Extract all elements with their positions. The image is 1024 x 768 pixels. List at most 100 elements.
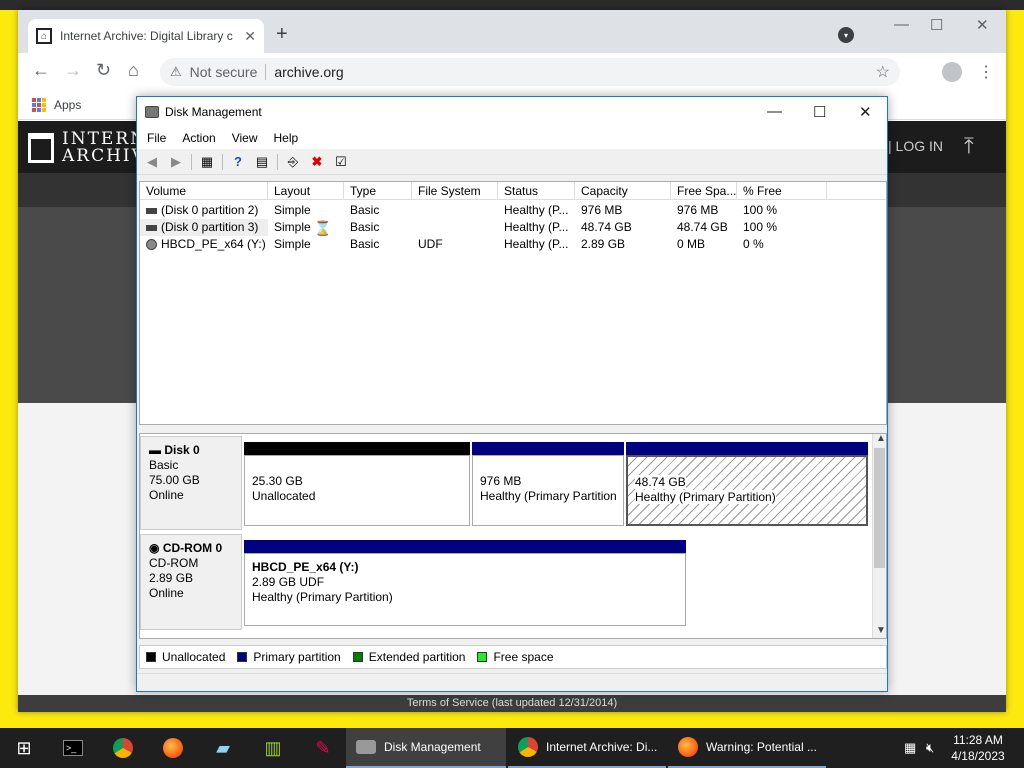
start-windows-icon[interactable]: ⊞: [0, 728, 48, 768]
taskbar-chrome-window[interactable]: Internet Archive: Di...: [508, 728, 666, 768]
desktop-top-strip: [0, 0, 1024, 10]
scrollbar-thumb[interactable]: [874, 448, 885, 568]
partition-status: Unallocated: [252, 489, 316, 503]
reload-icon[interactable]: ↻: [96, 60, 111, 81]
partition-976mb[interactable]: 976 MB Healthy (Primary Partition: [472, 442, 624, 528]
cd-volume-fs: 2.89 GB UDF: [252, 575, 325, 589]
minimize-icon[interactable]: —: [894, 16, 909, 33]
partition-size: 976 MB: [480, 474, 522, 488]
volume-pct-free: 0 %: [743, 237, 764, 251]
col-file-system[interactable]: File System: [412, 182, 498, 199]
forward-icon[interactable]: →: [64, 60, 82, 81]
upload-icon[interactable]: ⤒: [964, 133, 974, 159]
archive-building-icon: [28, 133, 54, 163]
dm-maximize-icon[interactable]: ☐: [813, 103, 826, 121]
menu-file[interactable]: File: [147, 131, 166, 145]
notepad-app-icon[interactable]: ▰: [200, 728, 246, 768]
cd-drive-icon: [146, 239, 157, 251]
taskbar-window-label: Internet Archive: Di...: [546, 740, 658, 754]
menu-kebab-icon[interactable]: ⋮: [978, 62, 994, 82]
volume-row[interactable]: HBCD_PE_x64 (Y:) Simple Basic UDF Health…: [140, 236, 886, 253]
delete-icon[interactable]: ✖: [308, 154, 326, 170]
apps-grid-icon[interactable]: [32, 97, 46, 112]
volume-row[interactable]: (Disk 0 partition 2) Simple Basic Health…: [140, 202, 886, 219]
back-icon[interactable]: ←: [32, 60, 50, 81]
dm-close-icon[interactable]: ✕: [859, 103, 872, 121]
tool-app-icon[interactable]: ✎: [300, 728, 346, 768]
forward-arrow-icon[interactable]: ▶: [167, 154, 185, 170]
volume-type: Basic: [350, 203, 380, 217]
checklist-icon[interactable]: ☑: [332, 154, 350, 170]
volume-free: 0 MB: [677, 237, 706, 251]
home-icon[interactable]: ⌂: [128, 60, 139, 81]
site-footer[interactable]: Terms of Service (last updated 12/31/201…: [18, 695, 1006, 712]
col-volume[interactable]: Volume: [140, 182, 268, 199]
dm-minimize-icon[interactable]: —: [767, 103, 782, 120]
chrome-icon: [518, 737, 538, 757]
col-percent-free[interactable]: % Free: [737, 182, 827, 199]
properties-icon[interactable]: ▤: [253, 154, 271, 170]
col-layout[interactable]: Layout: [268, 182, 344, 199]
volume-muted-icon[interactable]: 🔇︎: [926, 740, 934, 756]
disk0-name: Disk 0: [164, 443, 200, 457]
volume-list: Volume Layout Type File System Status Ca…: [139, 181, 887, 425]
firefox-icon: [678, 737, 698, 757]
partition-legend: Unallocated Primary partition Extended p…: [139, 645, 887, 669]
taskbar-firefox-window[interactable]: Warning: Potential ...: [668, 728, 826, 768]
close-icon[interactable]: ✕: [976, 16, 989, 34]
volume-layout: Simple: [274, 203, 311, 217]
partition-status: Healthy (Primary Partition): [635, 490, 776, 504]
volume-free: 976 MB: [677, 203, 719, 217]
dm-title: Disk Management: [165, 105, 262, 119]
profile-avatar-icon[interactable]: [942, 62, 962, 82]
color-tray-icon[interactable]: ▦: [904, 740, 916, 756]
security-label: Not secure: [189, 64, 258, 80]
maximize-icon[interactable]: ☐: [930, 16, 943, 34]
volume-row[interactable]: (Disk 0 partition 3) Simple Basic Health…: [140, 219, 886, 236]
scroll-up-icon[interactable]: ▲: [876, 433, 886, 444]
address-bar[interactable]: ⚠ Not secure archive.org ☆: [160, 58, 900, 86]
new-tab-button[interactable]: +: [276, 23, 288, 46]
scroll-down-icon[interactable]: ▼: [876, 625, 886, 636]
cdrom0-state: Online: [149, 586, 184, 600]
volume-name: (Disk 0 partition 2): [161, 203, 259, 217]
cdrom0-header[interactable]: ◉ CD-ROM 0 CD-ROM 2.89 GB Online: [140, 534, 242, 630]
disk-management-icon: [356, 740, 376, 754]
disk-drive-icon: ▬: [149, 443, 161, 457]
login-link[interactable]: | LOG IN: [888, 138, 943, 154]
chart-app-icon[interactable]: ▥: [250, 728, 296, 768]
help-icon[interactable]: ?: [229, 154, 247, 170]
col-type[interactable]: Type: [344, 182, 412, 199]
tab-search-icon[interactable]: ▾: [838, 27, 854, 43]
connect-icon[interactable]: ⎆: [284, 154, 302, 170]
menu-view[interactable]: View: [232, 131, 258, 145]
apps-bookmark[interactable]: Apps: [54, 98, 81, 112]
taskbar-disk-management[interactable]: Disk Management: [346, 728, 506, 768]
chrome-app-icon[interactable]: [100, 728, 146, 768]
browser-tab[interactable]: ⌂ Internet Archive: Digital Library c ✕: [28, 19, 264, 53]
firefox-app-icon[interactable]: [150, 728, 196, 768]
back-arrow-icon[interactable]: ◀: [143, 154, 161, 170]
volume-icon: [146, 207, 157, 214]
bookmark-star-icon[interactable]: ☆: [876, 62, 890, 82]
partition-48gb[interactable]: 48.74 GB Healthy (Primary Partition): [626, 442, 868, 528]
volume-status: Healthy (P...: [504, 237, 569, 251]
system-clock[interactable]: 11:28 AM 4/18/2023: [940, 732, 1016, 764]
dm-toolbar: ◀ ▶ ▦ ? ▤ ⎆ ✖ ☑: [137, 149, 887, 175]
col-capacity[interactable]: Capacity: [575, 182, 671, 199]
disk0-header[interactable]: ▬ Disk 0 Basic 75.00 GB Online: [140, 436, 242, 530]
col-free-space[interactable]: Free Spa...: [671, 182, 737, 199]
menu-action[interactable]: Action: [182, 131, 215, 145]
terminal-app-icon[interactable]: >_: [50, 728, 96, 768]
partition-bar: [244, 540, 686, 553]
menu-help[interactable]: Help: [274, 131, 299, 145]
cd-volume-name: HBCD_PE_x64 (Y:): [252, 560, 359, 574]
partition-cdrom[interactable]: HBCD_PE_x64 (Y:) 2.89 GB UDF Healthy (Pr…: [244, 540, 686, 628]
col-status[interactable]: Status: [498, 182, 575, 199]
taskbar-window-label: Disk Management: [384, 740, 481, 754]
toolbar-separator: [191, 153, 192, 170]
partition-bar: [244, 442, 470, 455]
partition-unallocated[interactable]: 25.30 GB Unallocated: [244, 442, 470, 528]
console-tree-icon[interactable]: ▦: [198, 154, 216, 170]
tab-close-icon[interactable]: ✕: [244, 28, 256, 45]
